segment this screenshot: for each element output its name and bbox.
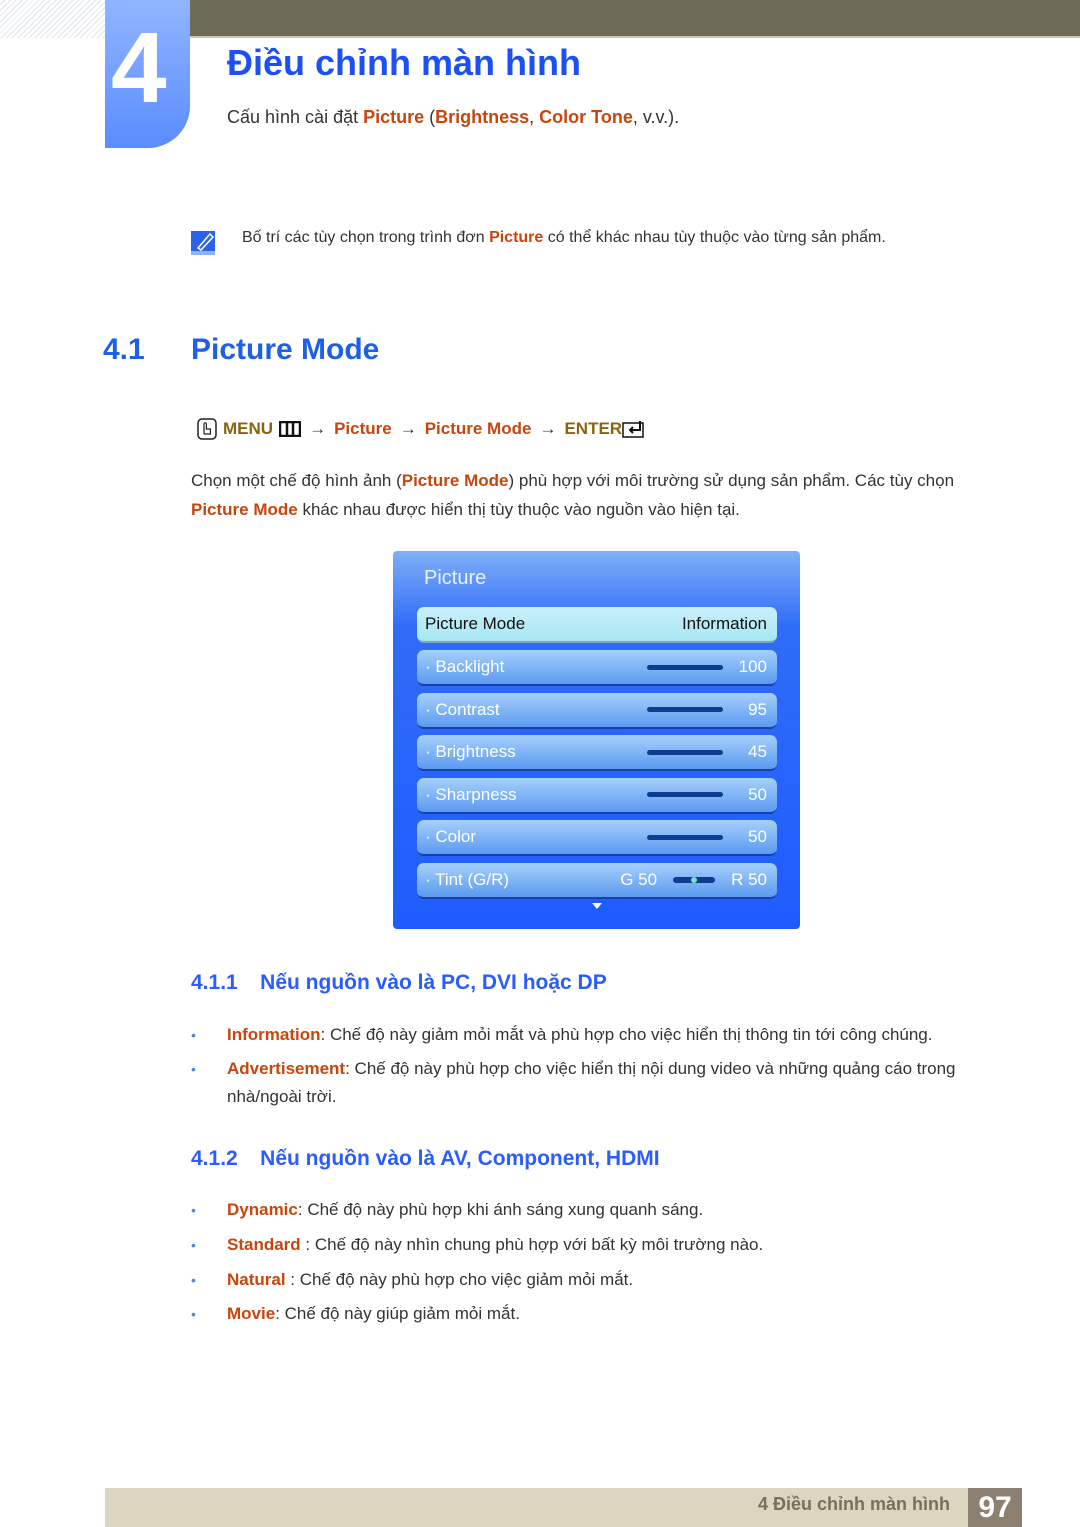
text-segment: : Chế độ này phù hợp cho việc giảm mỏi m… xyxy=(285,1270,634,1289)
chapter-title: Điều chỉnh màn hình xyxy=(227,42,582,83)
highlight-term: Advertisement xyxy=(227,1059,346,1078)
tint-g-value: G 50 xyxy=(620,870,658,889)
list-item: Natural : Chế độ này phù hợp cho việc gi… xyxy=(191,1266,1011,1294)
list-item: Movie: Chế độ này giúp giảm mỏi mắt. xyxy=(191,1300,1011,1328)
list-item: Advertisement: Chế độ này phù hợp cho vi… xyxy=(191,1055,1011,1111)
osd-row[interactable]: · Sharpness 50 xyxy=(417,777,777,814)
highlight-term: Picture xyxy=(363,107,425,127)
enter-icon xyxy=(622,421,644,438)
text-segment: Chọn một chế độ hình ảnh ( xyxy=(191,471,402,490)
value-slider[interactable] xyxy=(647,792,723,798)
row-label: · Color xyxy=(425,827,477,847)
osd-row[interactable]: · Contrast 95 xyxy=(417,692,777,729)
value-slider[interactable] xyxy=(647,707,723,713)
intro-paragraph: Chọn một chế độ hình ảnh (Picture Mode) … xyxy=(191,466,1011,524)
highlight-term: Color Tone xyxy=(539,107,633,127)
path-arrow: → xyxy=(399,419,417,438)
list-item: Dynamic: Chế độ này phù hợp khi ánh sáng… xyxy=(191,1196,1011,1224)
subsection-title: Nếu nguồn vào là AV, Component, HDMI xyxy=(260,1147,660,1170)
subsection-2-heading: 4.1.2 Nếu nguồn vào là AV, Component, HD… xyxy=(191,1147,660,1171)
path-picture-mode: Picture Mode xyxy=(424,419,532,438)
menu-label: MENU xyxy=(223,419,274,438)
list-item: Standard : Chế độ này nhìn chung phù hợp… xyxy=(191,1231,1011,1259)
row-value: 50 xyxy=(748,827,767,847)
remote-hand-icon xyxy=(197,418,217,440)
row-label: Picture Mode xyxy=(425,614,526,633)
text-segment: , v.v.). xyxy=(632,107,680,127)
highlight-term: Picture Mode xyxy=(191,500,298,519)
text-segment: , xyxy=(529,107,540,127)
row-value: 45 xyxy=(748,742,767,762)
osd-title: Picture xyxy=(424,567,487,589)
highlight-term: Dynamic xyxy=(227,1200,298,1219)
section-number: 4.1 xyxy=(103,333,145,366)
path-arrow: → xyxy=(539,419,557,438)
text-segment: ) phù hợp với môi trường sử dụng sản phẩ… xyxy=(508,471,955,490)
tint-r-value: R 50 xyxy=(731,870,767,889)
text-segment: ( xyxy=(424,107,436,127)
enter-label: ENTER xyxy=(564,419,623,438)
highlight-term: Information xyxy=(227,1025,321,1044)
subsection-1-heading: 4.1.1 Nếu nguồn vào là PC, DVI hoặc DP xyxy=(191,971,607,995)
highlight-term: Brightness xyxy=(435,107,530,127)
page-number: 97 xyxy=(968,1488,1022,1527)
picture-osd-menu: Picture Picture Mode Information · Backl… xyxy=(393,551,800,929)
chapter-subtitle: Cấu hình cài đặt Picture (Brightness, Co… xyxy=(227,107,679,128)
subsection-title: Nếu nguồn vào là PC, DVI hoặc DP xyxy=(260,971,607,994)
text-segment: có thể khác nhau tùy thuộc vào từng sản … xyxy=(543,229,886,246)
header-hatch xyxy=(0,0,105,38)
row-value: 100 xyxy=(738,657,767,676)
row-label: · Tint (G/R) xyxy=(425,870,510,889)
row-label: · Brightness xyxy=(425,742,516,762)
text-segment: Bố trí các tùy chọn trong trình đơn xyxy=(242,229,490,246)
menu-path: MENU → Picture → Picture Mode → ENTER xyxy=(197,418,646,440)
note-text: Bố trí các tùy chọn trong trình đơn Pict… xyxy=(242,229,886,247)
text-segment: : Chế độ này giảm mỏi mắt và phù hợp cho… xyxy=(320,1025,933,1044)
text-segment: khác nhau được hiển thị tùy thuộc vào ng… xyxy=(297,500,740,519)
path-picture: Picture xyxy=(334,419,392,438)
osd-row-picture-mode[interactable]: Picture Mode Information xyxy=(417,607,777,643)
text-segment: : Chế độ này phù hợp khi ánh sáng xung q… xyxy=(297,1200,704,1219)
osd-row[interactable]: · Color 50 xyxy=(417,820,777,857)
menu-icon xyxy=(279,421,302,437)
osd-row[interactable]: · Backlight 100 xyxy=(417,650,777,686)
text-segment: : Chế độ này giúp giảm mỏi mắt. xyxy=(275,1304,520,1323)
osd-row[interactable]: · Brightness 45 xyxy=(417,735,777,772)
footer-chapter: 4 Điều chỉnh màn hình xyxy=(757,1494,950,1514)
section-title: Picture Mode xyxy=(191,333,380,366)
value-slider[interactable] xyxy=(647,749,723,755)
tint-slider[interactable] xyxy=(673,877,716,883)
subsection-number: 4.1.1 xyxy=(191,971,238,994)
text-segment: : Chế độ này nhìn chung phù hợp với bất … xyxy=(300,1235,764,1254)
row-label: · Contrast xyxy=(425,699,500,719)
chapter-number: 4 xyxy=(105,0,190,148)
value-slider[interactable] xyxy=(647,834,723,840)
subsection-number: 4.1.2 xyxy=(191,1147,238,1170)
osd-row-tint[interactable]: · Tint (G/R) G 50 R 50 xyxy=(417,863,777,899)
row-label: · Sharpness xyxy=(425,784,517,804)
highlight-term: Picture xyxy=(489,229,544,246)
row-value: Information xyxy=(681,614,767,633)
path-arrow: → xyxy=(309,419,327,438)
row-value: 95 xyxy=(748,699,767,719)
tint-slider-knob xyxy=(691,877,698,883)
highlight-term: Movie xyxy=(227,1304,276,1323)
note-icon xyxy=(191,231,215,255)
highlight-term: Standard xyxy=(227,1235,301,1254)
highlight-term: Natural xyxy=(227,1270,286,1289)
text-segment: Cấu hình cài đặt xyxy=(227,107,364,127)
row-label: · Backlight xyxy=(425,657,505,676)
header-bar xyxy=(190,0,1080,38)
list-item: Information: Chế độ này giảm mỏi mắt và … xyxy=(191,1021,1011,1049)
value-slider[interactable] xyxy=(647,664,723,670)
scroll-down-icon[interactable] xyxy=(592,903,602,909)
row-value: 50 xyxy=(748,784,767,804)
highlight-term: Picture Mode xyxy=(401,471,509,490)
